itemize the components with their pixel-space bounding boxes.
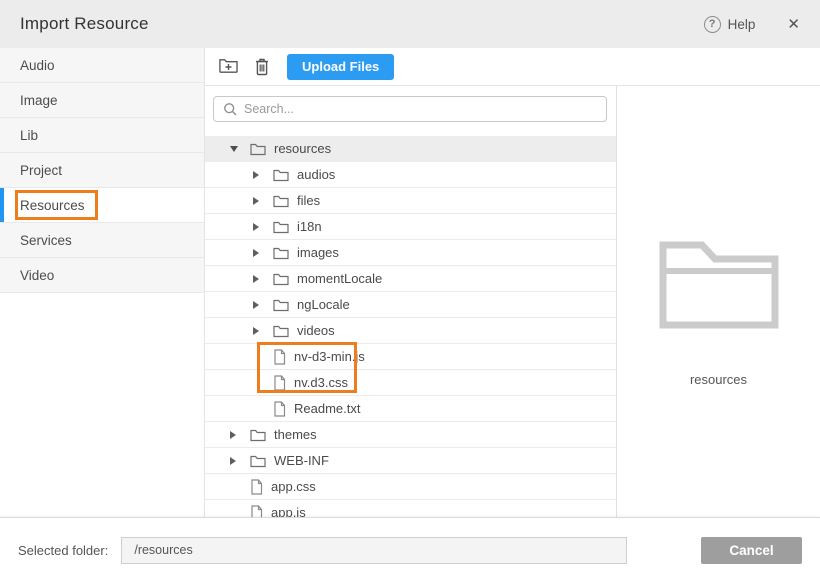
tree-item-label: nv.d3.css bbox=[294, 375, 348, 390]
caret-right-icon[interactable] bbox=[253, 275, 273, 283]
selected-folder-label: Selected folder: bbox=[18, 543, 108, 558]
tree-item-nv-d3-min-js[interactable]: nv-d3-min.js bbox=[205, 344, 616, 370]
selected-folder-input[interactable] bbox=[121, 537, 627, 564]
sidebar-item-label: Resources bbox=[20, 198, 85, 213]
folder-icon bbox=[273, 246, 289, 260]
folder-icon bbox=[273, 298, 289, 312]
tree-item-label: app.css bbox=[271, 479, 316, 494]
folder-icon bbox=[250, 454, 266, 468]
folder-icon bbox=[250, 428, 266, 442]
content-area: resources audios files bbox=[205, 86, 820, 517]
caret-right-icon[interactable] bbox=[230, 457, 250, 465]
caret-right-icon[interactable] bbox=[253, 197, 273, 205]
import-resource-dialog: Import Resource ? Help ✕ Audio Image Lib… bbox=[0, 0, 820, 582]
folder-icon bbox=[273, 168, 289, 182]
tree-item-themes[interactable]: themes bbox=[205, 422, 616, 448]
tree-item-nglocale[interactable]: ngLocale bbox=[205, 292, 616, 318]
tree-item-videos[interactable]: videos bbox=[205, 318, 616, 344]
help-label: Help bbox=[728, 17, 756, 32]
category-sidebar: Audio Image Lib Project Resources Servic… bbox=[0, 48, 205, 517]
tree-item-label: themes bbox=[274, 427, 317, 442]
cancel-button[interactable]: Cancel bbox=[701, 537, 802, 564]
file-icon bbox=[273, 401, 286, 417]
tree-item-label: i18n bbox=[297, 219, 322, 234]
caret-right-icon[interactable] bbox=[253, 171, 273, 179]
tree-item-i18n[interactable]: i18n bbox=[205, 214, 616, 240]
file-icon bbox=[250, 505, 263, 518]
folder-icon bbox=[273, 194, 289, 208]
sidebar-item-label: Services bbox=[20, 233, 72, 248]
tree-item-label: ngLocale bbox=[297, 297, 350, 312]
selected-indicator-bar bbox=[0, 188, 4, 222]
preview-folder-name: resources bbox=[690, 372, 747, 387]
file-tree-panel: resources audios files bbox=[205, 86, 617, 517]
caret-right-icon[interactable] bbox=[230, 431, 250, 439]
tree-item-files[interactable]: files bbox=[205, 188, 616, 214]
sidebar-item-label: Lib bbox=[20, 128, 38, 143]
folder-icon bbox=[273, 220, 289, 234]
add-folder-button[interactable] bbox=[218, 56, 240, 78]
close-icon[interactable]: ✕ bbox=[787, 17, 800, 32]
tree-item-label: files bbox=[297, 193, 320, 208]
caret-right-icon[interactable] bbox=[253, 223, 273, 231]
tree-item-label: app.js bbox=[271, 505, 306, 517]
search-icon bbox=[223, 102, 238, 117]
upload-files-button[interactable]: Upload Files bbox=[287, 54, 394, 80]
help-icon: ? bbox=[704, 16, 721, 33]
help-button[interactable]: ? Help bbox=[704, 16, 756, 33]
trash-icon bbox=[253, 57, 271, 77]
tree-item-images[interactable]: images bbox=[205, 240, 616, 266]
caret-right-icon[interactable] bbox=[253, 301, 273, 309]
sidebar-item-project[interactable]: Project bbox=[0, 153, 204, 188]
add-folder-icon bbox=[219, 58, 240, 76]
sidebar-item-lib[interactable]: Lib bbox=[0, 118, 204, 153]
tree-item-label: momentLocale bbox=[297, 271, 382, 286]
search-input[interactable] bbox=[213, 96, 607, 122]
tree-item-resources[interactable]: resources bbox=[205, 136, 616, 162]
sidebar-item-image[interactable]: Image bbox=[0, 83, 204, 118]
big-folder-icon bbox=[658, 234, 780, 330]
tree-item-audios[interactable]: audios bbox=[205, 162, 616, 188]
tree-toolbar: Upload Files bbox=[205, 48, 820, 86]
sidebar-item-label: Video bbox=[20, 268, 54, 283]
tree-item-app-css[interactable]: app.css bbox=[205, 474, 616, 500]
tree-item-readme-txt[interactable]: Readme.txt bbox=[205, 396, 616, 422]
sidebar-item-resources[interactable]: Resources bbox=[0, 188, 204, 223]
folder-preview-panel: resources bbox=[617, 86, 820, 517]
folder-icon bbox=[250, 142, 266, 156]
tree-item-app-js[interactable]: app.js bbox=[205, 500, 616, 517]
caret-right-icon[interactable] bbox=[253, 249, 273, 257]
caret-down-icon[interactable] bbox=[230, 146, 250, 152]
sidebar-item-services[interactable]: Services bbox=[0, 223, 204, 258]
dialog-header: Import Resource ? Help ✕ bbox=[0, 0, 820, 48]
sidebar-item-label: Project bbox=[20, 163, 62, 178]
tree-item-nv-d3-css[interactable]: nv.d3.css bbox=[205, 370, 616, 396]
main-area: Upload Files bbox=[205, 48, 820, 517]
sidebar-item-label: Audio bbox=[20, 58, 55, 73]
tree-item-label: images bbox=[297, 245, 339, 260]
tree-item-momentlocale[interactable]: momentLocale bbox=[205, 266, 616, 292]
caret-right-icon[interactable] bbox=[253, 327, 273, 335]
file-icon bbox=[273, 375, 286, 391]
tree-item-label: audios bbox=[297, 167, 335, 182]
sidebar-item-audio[interactable]: Audio bbox=[0, 48, 204, 83]
tree-item-label: resources bbox=[274, 141, 331, 156]
tree-item-label: Readme.txt bbox=[294, 401, 360, 416]
file-icon bbox=[273, 349, 286, 365]
folder-icon bbox=[273, 324, 289, 338]
tree-item-label: WEB-INF bbox=[274, 453, 329, 468]
file-tree: resources audios files bbox=[205, 136, 616, 517]
sidebar-item-video[interactable]: Video bbox=[0, 258, 204, 293]
tree-item-label: nv-d3-min.js bbox=[294, 349, 365, 364]
delete-button[interactable] bbox=[251, 56, 273, 78]
search-container bbox=[205, 86, 616, 136]
dialog-footer: Selected folder: Cancel bbox=[0, 517, 820, 582]
dialog-body: Audio Image Lib Project Resources Servic… bbox=[0, 48, 820, 517]
tree-item-web-inf[interactable]: WEB-INF bbox=[205, 448, 616, 474]
file-icon bbox=[250, 479, 263, 495]
tree-item-label: videos bbox=[297, 323, 335, 338]
dialog-title: Import Resource bbox=[20, 14, 149, 34]
folder-icon bbox=[273, 272, 289, 286]
sidebar-item-label: Image bbox=[20, 93, 58, 108]
